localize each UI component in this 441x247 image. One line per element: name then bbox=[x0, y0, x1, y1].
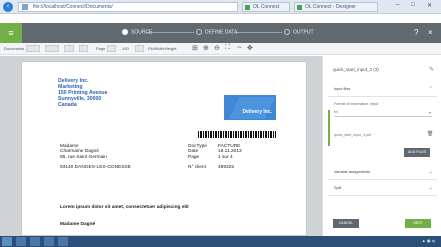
start-button[interactable] bbox=[2, 237, 12, 246]
grid-icon[interactable]: ⊞ bbox=[192, 44, 198, 52]
recipient-address: Madame Charmaine Dagné 85, rue Saint Ger… bbox=[60, 144, 107, 160]
step-source[interactable]: SOURCE bbox=[122, 29, 152, 35]
help-icon[interactable]: ? bbox=[414, 28, 418, 37]
meta-values: FACTURE 18.11.2013 1 sur 4 bbox=[218, 144, 242, 160]
taskbar-app-icon[interactable] bbox=[16, 237, 26, 246]
document-page: Delivery Inc. Marketing 150 Printing Ave… bbox=[21, 61, 307, 236]
tab-icon bbox=[297, 5, 302, 10]
chevron-down-icon: ⌄ bbox=[428, 169, 433, 175]
first-doc-button[interactable] bbox=[26, 45, 40, 52]
step-dot-icon bbox=[122, 29, 128, 35]
pan-icon[interactable]: ✥ bbox=[247, 44, 253, 52]
step-output[interactable]: OUTPUT bbox=[284, 29, 314, 35]
menu-icon[interactable]: ≡ bbox=[0, 23, 22, 43]
page-icon bbox=[22, 4, 28, 10]
prev-doc-button[interactable] bbox=[45, 45, 59, 52]
file-list-item[interactable]: quick_start_input_3.pdf bbox=[334, 133, 432, 142]
os-taskbar: ▲ ▣ ◂) bbox=[0, 236, 441, 247]
zoom-in-icon[interactable]: ⊕ bbox=[203, 44, 209, 52]
url-text: file:///localhost/Connect/Documents/ bbox=[33, 4, 113, 10]
back-icon[interactable]: ‹ bbox=[3, 2, 13, 12]
minimize-icon[interactable]: – bbox=[396, 2, 399, 8]
page-number-input[interactable] bbox=[107, 45, 116, 52]
section-variable-assignments[interactable]: Variable assignments ⌄ bbox=[328, 166, 437, 180]
system-tray[interactable]: ▲ ▣ ◂) bbox=[422, 238, 435, 243]
next-button[interactable]: NEXT bbox=[405, 219, 431, 228]
delete-icon[interactable]: 🗑 bbox=[427, 131, 433, 137]
settings-panel: quick_start_input_3 (3) ✎ Input files ⌃ … bbox=[322, 56, 441, 236]
add-files-button[interactable]: ADD FILES bbox=[404, 148, 430, 157]
step-connector bbox=[236, 32, 282, 33]
browser-tab-1[interactable]: OL Connect bbox=[242, 2, 290, 12]
panel-title: quick_start_input_3 (3) bbox=[333, 67, 379, 72]
cancel-button[interactable]: CANCEL bbox=[333, 219, 359, 228]
app-header: ≡ SOURCE DEFINE DATA OUTPUT ? × bbox=[0, 23, 441, 43]
chevron-down-icon: ⌄ bbox=[428, 185, 433, 191]
zoom-dropdown[interactable] bbox=[135, 45, 144, 52]
sender-address: Delivery Inc. Marketing 150 Printing Ave… bbox=[58, 78, 108, 108]
section-input-files[interactable]: Input files ⌃ bbox=[328, 83, 437, 97]
fit-page-icon[interactable]: ⛶ bbox=[225, 44, 230, 52]
doc-number-input[interactable] bbox=[64, 45, 74, 52]
company-logo: Delivery Inc. bbox=[224, 95, 276, 120]
close-icon[interactable]: × bbox=[428, 28, 433, 37]
fit-width-icon[interactable]: ⇔ bbox=[236, 44, 243, 51]
tab-label: OL Connect - Designer bbox=[305, 4, 356, 10]
fit-mode-label[interactable]: Fit/Width/Height bbox=[148, 46, 176, 51]
zoom-value[interactable]: 100 bbox=[122, 46, 129, 51]
page-label: Page bbox=[96, 46, 106, 51]
active-marker bbox=[328, 110, 330, 146]
browser-bar: ‹ file:///localhost/Connect/Documents/ O… bbox=[0, 0, 441, 14]
step-dot-icon bbox=[196, 29, 202, 35]
body-text: Lorem ipsum dolor sit amet, consectetuer… bbox=[60, 205, 189, 210]
viewer-toolbar: Documents Page 100 Fit/Width/Height ⊞ ⊕ … bbox=[0, 43, 441, 55]
format-select[interactable]: txt ▾ bbox=[334, 108, 432, 117]
window-close-icon[interactable]: ✕ bbox=[427, 2, 432, 9]
taskbar-app-icon[interactable] bbox=[30, 237, 40, 246]
format-label: Format of information: Input bbox=[334, 102, 379, 106]
taskbar-app-icon[interactable] bbox=[58, 237, 68, 246]
step-dot-icon bbox=[284, 29, 290, 35]
edit-icon[interactable]: ✎ bbox=[429, 66, 434, 73]
taskbar-app-icon[interactable] bbox=[44, 237, 54, 246]
chevron-up-icon: ⌃ bbox=[428, 86, 433, 92]
client-number-label: N° client bbox=[188, 165, 206, 170]
tab-label: OL Connect bbox=[253, 4, 280, 10]
barcode bbox=[198, 131, 276, 138]
step-define-data[interactable]: DEFINE DATA bbox=[196, 29, 237, 35]
browser-tab-2[interactable]: OL Connect - Designer bbox=[294, 2, 378, 12]
document-viewer[interactable]: Delivery Inc. Marketing 150 Printing Ave… bbox=[0, 56, 322, 236]
recipient-city: 93140 DANGES-LES-GONESSE bbox=[60, 165, 131, 170]
chevron-down-icon: ▾ bbox=[428, 110, 431, 115]
documents-label: Documents bbox=[4, 46, 25, 51]
signature-text: Madame Dagné bbox=[60, 222, 96, 227]
next-doc-button[interactable] bbox=[79, 45, 88, 52]
client-number-value: 489325 bbox=[218, 165, 235, 170]
zoom-out-icon[interactable]: ⊖ bbox=[214, 44, 220, 52]
tab-icon bbox=[245, 5, 250, 10]
address-bar[interactable]: file:///localhost/Connect/Documents/ bbox=[18, 2, 238, 12]
step-connector bbox=[146, 32, 194, 33]
maximize-icon[interactable]: □ bbox=[411, 2, 415, 8]
meta-labels: DocType Date Page bbox=[188, 144, 207, 160]
section-split[interactable]: Split ⌄ bbox=[328, 182, 437, 196]
